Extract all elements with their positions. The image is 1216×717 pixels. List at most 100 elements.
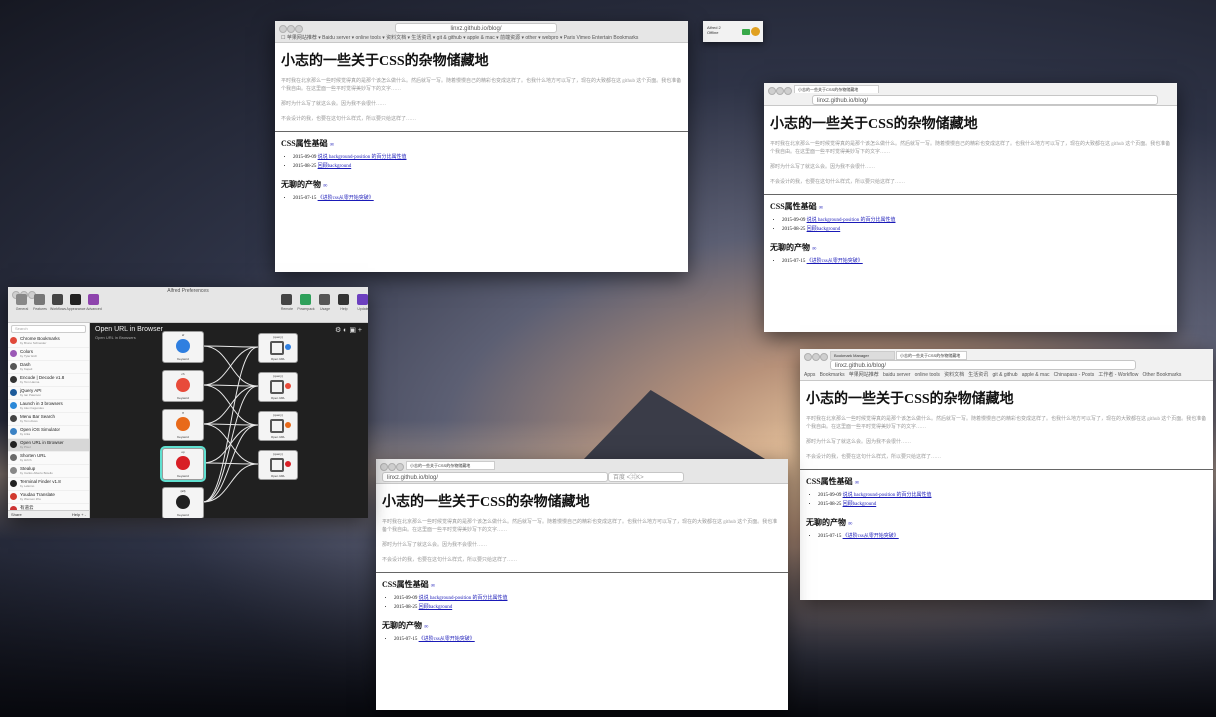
toolbar-general-icon[interactable] <box>16 294 27 305</box>
toolbar-update-icon[interactable] <box>357 294 368 305</box>
close-button[interactable] <box>768 87 776 95</box>
post-link[interactable]: 《进阶css从零开始突破》 <box>807 259 863 264</box>
post-link[interactable]: 《进阶css从零开始突破》 <box>419 637 475 642</box>
open-url-action[interactable]: {query} Open URL <box>258 372 298 402</box>
search-input[interactable]: 百度 <⌘K> <box>608 472 684 482</box>
workflow-canvas[interactable]: Open URL in Browser Open URL in Browsers… <box>90 323 368 518</box>
anchor-icon[interactable]: ∞ <box>848 521 852 527</box>
workflow-item[interactable]: jQuery API by Ian Paterson <box>8 387 89 400</box>
address-bar[interactable]: linxz.github.io/blog/ <box>395 23 557 33</box>
bookmarks-bar[interactable]: Apps Bookmarks 苹果网站推荐 baidu server onlin… <box>804 371 1213 378</box>
workflow-item[interactable]: Terminal Finder v1.8 by LeEnno <box>8 478 89 491</box>
close-button[interactable] <box>380 463 388 471</box>
keyword-node[interactable]: sf Keyword <box>162 331 204 363</box>
bookmark-item[interactable]: Apps <box>804 372 815 378</box>
workflow-item[interactable]: Open iOS Simulator by Arka <box>8 426 89 439</box>
toolbar-powerpack-icon[interactable] <box>300 294 311 305</box>
workflow-item[interactable]: Launch in 3 browsers by Alex Fagundes <box>8 400 89 413</box>
page-title: 小志的一些关于CSS的杂物储藏地 <box>281 54 489 69</box>
keyword-node[interactable]: op Keyword <box>162 448 204 480</box>
action-label: Open URL <box>270 396 286 400</box>
address-bar[interactable]: linxz.github.io/blog/ <box>812 95 1158 105</box>
workflow-item[interactable]: Open URL in Browser by Pixel <box>8 439 89 452</box>
workflow-item[interactable]: Shorten URL by Hzlzh <box>8 452 89 465</box>
share-button[interactable]: Share <box>11 512 22 517</box>
anchor-icon[interactable]: ∞ <box>812 246 816 252</box>
intro-paragraph: 平时我在北京那么一些时候觉得真的是那个该怎么做什么。然后就写一写。随着慢慢自己的… <box>382 520 778 533</box>
close-button[interactable] <box>279 25 287 33</box>
workflow-item[interactable]: Youdao Translate by Wensen Zhu <box>8 491 89 504</box>
bookmark-item[interactable]: 苹果网站推荐 <box>849 372 879 378</box>
minimize-button[interactable] <box>388 463 396 471</box>
post-link[interactable]: 说说 background-position 的百分比属性值 <box>419 596 508 601</box>
keyword-node[interactable]: {all} Keyword <box>162 487 204 518</box>
workflow-item[interactable]: Stealup by Carlos Alberto Botello <box>8 465 89 478</box>
post-link[interactable]: 说说 background-position 的百分比属性值 <box>318 155 407 160</box>
safari-window[interactable]: linxz.github.io/blog/ ☐ 苹果网站推荐 ▾ Baidu s… <box>275 21 688 272</box>
workflow-search-input[interactable]: Search <box>11 325 86 333</box>
bookmark-item[interactable]: apple & mac <box>1022 372 1050 378</box>
post-link[interactable]: 回顾background <box>807 227 841 232</box>
toolbar-features-icon[interactable] <box>34 294 45 305</box>
toolbar-usage-icon[interactable] <box>319 294 330 305</box>
post-link[interactable]: 回顾background <box>843 502 877 507</box>
post-link[interactable]: 回顾background <box>419 605 453 610</box>
keyword-node[interactable]: ch Keyword <box>162 370 204 402</box>
zoom-button[interactable] <box>396 463 404 471</box>
minimize-button[interactable] <box>287 25 295 33</box>
tab-blog[interactable]: 小志的一些关于CSS的杂物储藏地 <box>896 351 967 360</box>
close-button[interactable] <box>804 353 812 361</box>
bookmark-item[interactable]: online tools <box>915 372 940 378</box>
anchor-icon[interactable]: ∞ <box>323 183 327 189</box>
workflow-item[interactable]: Colors by Tyler Eich <box>8 348 89 361</box>
open-url-action[interactable]: {query} Open URL <box>258 411 298 441</box>
workflow-item[interactable]: Menu Bar Search by Tom Alves <box>8 413 89 426</box>
workflow-item[interactable]: Chrome Bookmarks by Bruno Schneider <box>8 335 89 348</box>
bookmark-item[interactable]: Other Bookmarks <box>1143 372 1182 378</box>
post-link[interactable]: 《进阶css从零开始突破》 <box>843 534 899 539</box>
bookmark-item[interactable]: 资料文档 <box>944 372 964 378</box>
footer-actions[interactable]: Help + - <box>72 512 86 517</box>
minimize-button[interactable] <box>812 353 820 361</box>
bookmark-item[interactable]: baidu server <box>883 372 911 378</box>
menubar-popup[interactable]: Alfred 2 Offline <box>703 21 763 42</box>
tab-active[interactable]: 小志的一些关于CSS的杂物储藏地 <box>406 461 495 470</box>
post-link[interactable]: 说说 background-position 的百分比属性值 <box>807 218 896 223</box>
address-bar[interactable]: linxz.github.io/blog/ <box>830 360 1136 370</box>
post-link[interactable]: 《进阶css从零开始突破》 <box>318 196 374 201</box>
anchor-icon[interactable]: ∞ <box>431 583 435 589</box>
zoom-button[interactable] <box>784 87 792 95</box>
anchor-icon[interactable]: ∞ <box>855 480 859 486</box>
tab-active[interactable]: 小志的一些关于CSS的杂物储藏地 <box>794 85 879 93</box>
firefox-window[interactable]: 小志的一些关于CSS的杂物储藏地 linxz.github.io/blog/ 百… <box>376 459 788 710</box>
chrome-window-right[interactable]: Bookmark Manager 小志的一些关于CSS的杂物储藏地 linxz.… <box>800 349 1213 600</box>
zoom-button[interactable] <box>295 25 303 33</box>
post-link[interactable]: 说说 background-position 的百分比属性值 <box>843 493 932 498</box>
bookmark-item[interactable]: 工作者 - Workflow <box>1098 372 1138 378</box>
keyword-node[interactable]: ff Keyword <box>162 409 204 441</box>
open-url-action[interactable]: {query} Open URL <box>258 450 298 480</box>
workflow-item[interactable]: Dash by Kapeli <box>8 361 89 374</box>
post-link[interactable]: 回顾background <box>318 164 352 169</box>
toolbar-advanced-icon[interactable] <box>88 294 99 305</box>
address-bar[interactable]: linxz.github.io/blog/ <box>382 472 608 482</box>
alfred-preferences-window[interactable]: Alfred Preferences General Features Workfl… <box>8 287 368 518</box>
chrome-window-top[interactable]: 小志的一些关于CSS的杂物储藏地 linxz.github.io/blog/ 小… <box>764 83 1177 332</box>
zoom-button[interactable] <box>820 353 828 361</box>
anchor-icon[interactable]: ∞ <box>819 205 823 211</box>
bookmark-item[interactable]: git & github <box>992 372 1017 378</box>
workflow-item[interactable]: Encode | Decode v1.8 by Tom Hanna <box>8 374 89 387</box>
bookmark-item[interactable]: Bookmarks <box>820 372 845 378</box>
toolbar-remote-icon[interactable] <box>281 294 292 305</box>
bookmarks-bar[interactable]: ☐ 苹果网站推荐 ▾ Baidu server ▾ online tools ▾… <box>281 34 688 41</box>
bookmark-item[interactable]: 生活资讯 <box>968 372 988 378</box>
tab-bookmark-manager[interactable]: Bookmark Manager <box>830 351 895 360</box>
anchor-icon[interactable]: ∞ <box>424 624 428 630</box>
bookmark-item[interactable]: Chinapass - Posts <box>1054 372 1095 378</box>
toolbar-appearance-icon[interactable] <box>70 294 81 305</box>
toolbar-workflows-icon[interactable] <box>52 294 63 305</box>
open-url-action[interactable]: {query} Open URL <box>258 333 298 363</box>
minimize-button[interactable] <box>776 87 784 95</box>
toolbar-help-icon[interactable] <box>338 294 349 305</box>
anchor-icon[interactable]: ∞ <box>330 142 334 148</box>
